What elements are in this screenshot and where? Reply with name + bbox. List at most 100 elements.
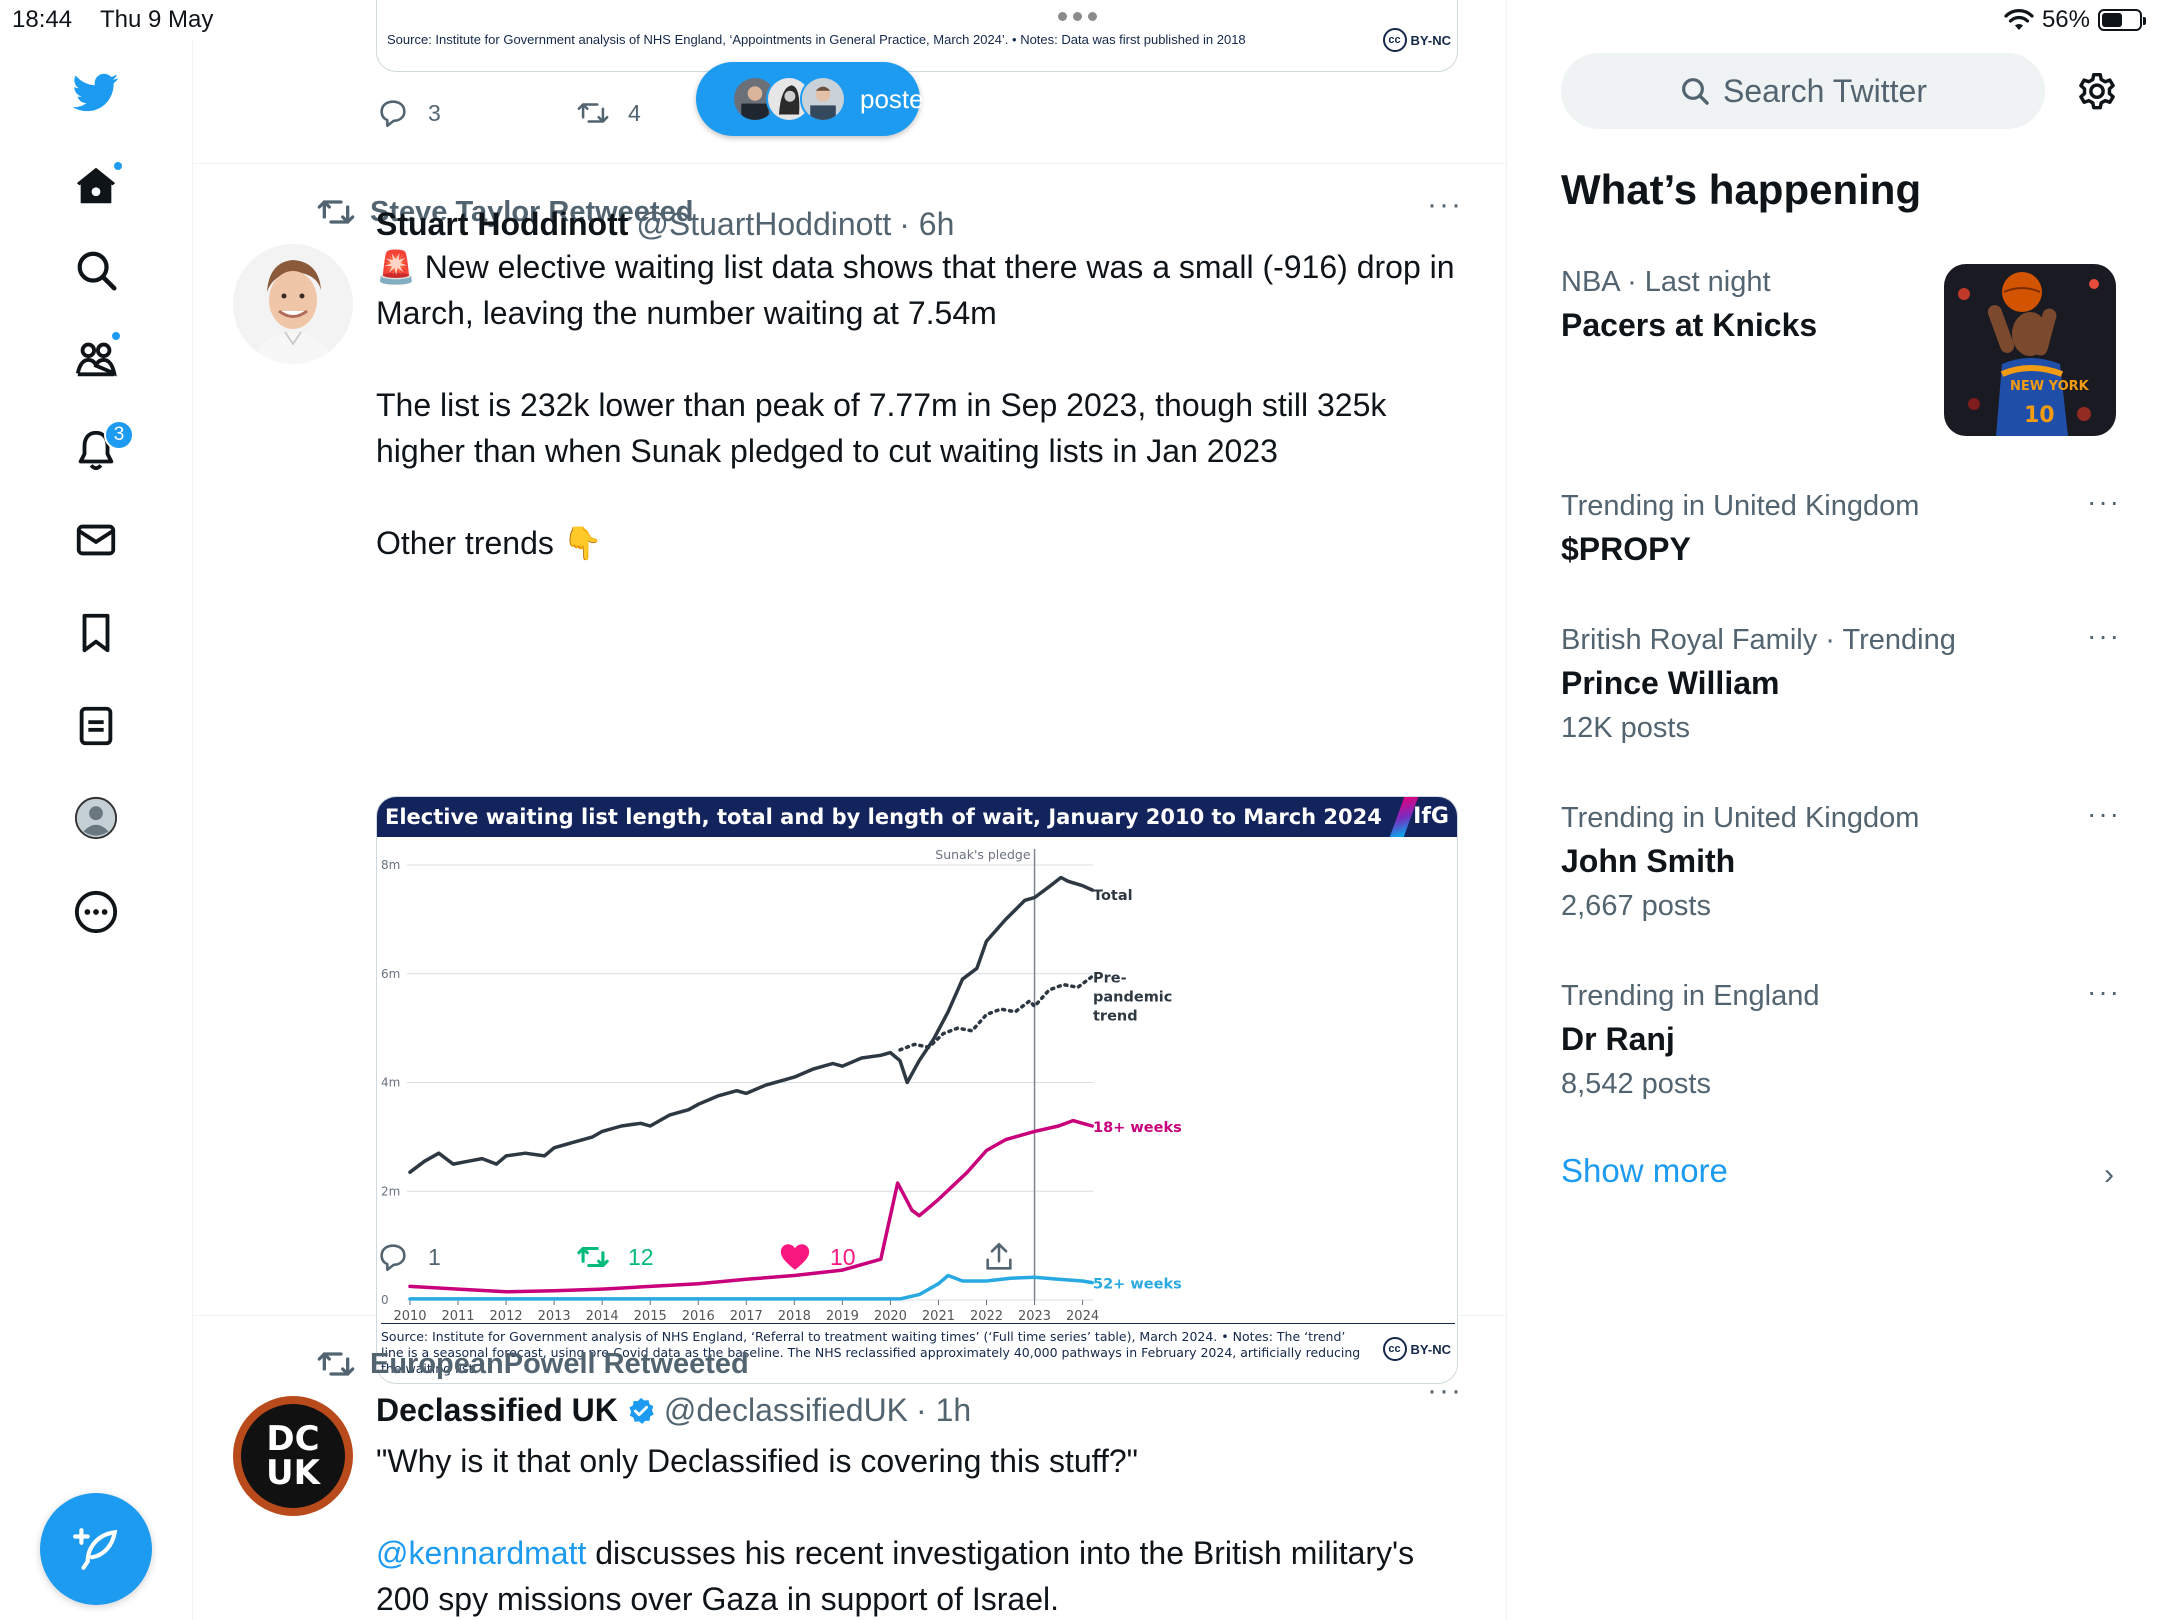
previous-tweet-media-card[interactable]: Source: Institute for Government analysi… <box>376 0 1458 72</box>
notifications-icon[interactable]: 3 <box>66 420 134 480</box>
new-posts-pill[interactable]: posted <box>696 62 938 136</box>
trend-name: John Smith <box>1561 843 1736 879</box>
messages-icon[interactable] <box>66 510 126 570</box>
trend-more-button[interactable]: ··· <box>2087 798 2121 830</box>
right-sidebar: Search Twitter What’s happening NBA · La… <box>1508 0 2160 1620</box>
waiting-list-line-chart: 02m4m6m8m2010 2011 2012 2013 2014 2015 2016 201… <box>381 847 1182 1323</box>
profile-icon[interactable] <box>66 788 126 848</box>
communities-icon[interactable] <box>66 328 126 388</box>
author-name[interactable]: Stuart Hoddinott <box>376 206 628 243</box>
reply-button[interactable]: 3 <box>376 96 441 130</box>
tweet-image-chart[interactable]: Elective waiting list length, total and … <box>376 796 1458 1384</box>
more-icon[interactable] <box>66 882 126 942</box>
avatar[interactable]: DC UK <box>233 1396 353 1516</box>
tweet-paragraph: Other trends 👇 <box>376 525 603 561</box>
trend-name: Prince William <box>1561 665 1780 701</box>
reply-count: 1 <box>428 1243 441 1270</box>
author-handle[interactable]: @declassifiedUK <box>664 1392 908 1429</box>
retweet-icon <box>577 1246 609 1268</box>
compose-icon <box>73 1528 118 1570</box>
author-name[interactable]: Declassified UK <box>376 1392 618 1429</box>
tweet-more-button[interactable]: ··· <box>1427 1374 1463 1408</box>
chevron-right-icon: › <box>2104 1158 2114 1191</box>
svg-text:10: 10 <box>2024 403 2055 428</box>
trend-more-button[interactable]: ··· <box>2087 976 2121 1008</box>
home-icon[interactable] <box>66 156 126 216</box>
trend-item[interactable]: Trending in United Kingdom John Smith 2,… <box>1561 798 2121 928</box>
trend-meta: Trending in United Kingdom <box>1561 490 1920 522</box>
trend-more-button[interactable]: ··· <box>2087 620 2121 652</box>
avatar[interactable] <box>233 244 353 364</box>
search-icon[interactable] <box>66 240 126 300</box>
chart-title: Elective waiting list length, total and … <box>385 805 1382 829</box>
chart-series-label: 18+ weeks <box>1093 1120 1182 1136</box>
avatar-logo-text: UK <box>266 1453 320 1493</box>
trend-more-button[interactable]: ··· <box>2087 486 2121 518</box>
like-count: 10 <box>830 1243 856 1270</box>
retweet-count: 4 <box>628 99 641 126</box>
show-more-link[interactable]: Show more <box>1561 1152 1728 1190</box>
retweeted-by-label: EuropeanPowell Retweeted <box>370 1347 749 1380</box>
tweet-stuart-hoddinott[interactable]: Steve Taylor Retweeted Stuart Hoddinott … <box>193 164 1506 1384</box>
trend-meta: Trending in England <box>1561 980 1820 1012</box>
trend-item[interactable]: British Royal Family · Trending Prince W… <box>1561 620 2121 750</box>
tweet-declassified-uk[interactable]: EuropeanPowell Retweeted DC UK Declassif… <box>193 1316 1506 1620</box>
tweet-time[interactable]: · 6h <box>899 206 954 243</box>
avatar-logo-text: DC <box>266 1419 320 1459</box>
tweet-text: "Why is it that only Declassified is cov… <box>376 1438 1466 1620</box>
verified-badge-icon <box>629 1397 654 1424</box>
chart-series-label: 52+ weeks <box>1093 1277 1182 1293</box>
share-button[interactable] <box>982 1240 1016 1274</box>
tweet-paragraph: 🚨 New elective waiting list data shows t… <box>376 249 1455 331</box>
chart-series-label: trend <box>1093 1008 1138 1024</box>
trend-name: $PROPY <box>1561 531 1691 567</box>
reply-button[interactable]: 1 <box>376 1240 441 1274</box>
trend-thumbnail-image[interactable]: NEW YORK 10 <box>1944 264 2116 436</box>
heart-icon <box>780 1244 810 1270</box>
notifications-badge: 3 <box>104 420 134 450</box>
trend-meta: Trending in United Kingdom <box>1561 802 1920 834</box>
chart-y-tick-label: 8m <box>381 858 400 872</box>
twitter-logo-icon[interactable] <box>66 62 126 122</box>
retweet-button[interactable]: 4 <box>576 96 641 130</box>
previous-tweet-source-note: Source: Institute for Government analysi… <box>387 32 1246 47</box>
reply-icon <box>380 1244 406 1272</box>
trend-item[interactable]: Trending in England Dr Ranj 8,542 posts … <box>1561 976 2121 1106</box>
reply-count: 3 <box>428 99 441 126</box>
search-placeholder: Search Twitter <box>1723 72 1927 109</box>
compose-button[interactable] <box>40 1493 152 1605</box>
mention-link[interactable]: @kennardmatt <box>376 1535 586 1571</box>
chart-header: Elective waiting list length, total and … <box>377 797 1457 837</box>
search-icon <box>1682 78 1709 105</box>
cc-license-badge: cc BY-NC <box>1382 28 1451 52</box>
lists-icon[interactable] <box>66 696 126 756</box>
tweet-time[interactable]: · 1h <box>916 1392 971 1429</box>
chart-y-tick-label: 2m <box>381 1184 400 1198</box>
retweet-button[interactable]: 12 <box>576 1240 654 1274</box>
retweet-count: 12 <box>628 1243 654 1270</box>
chart-annotation-label: Sunak's pledge <box>935 847 1031 862</box>
trend-post-count: 8,542 posts <box>1561 1068 1711 1100</box>
trend-name: Dr Ranj <box>1561 1021 1675 1057</box>
tweet-paragraph: @kennardmatt discusses his recent invest… <box>376 1535 1415 1617</box>
timeline: Source: Institute for Government analysi… <box>193 0 1507 1620</box>
search-input[interactable]: Search Twitter <box>1561 53 2045 129</box>
tweet-paragraph: The list is 232k lower than peak of 7.77… <box>376 387 1387 469</box>
trend-item[interactable]: Trending in United Kingdom $PROPY ··· <box>1561 486 2121 572</box>
gear-icon[interactable] <box>2074 68 2120 114</box>
like-button[interactable]: 10 <box>778 1240 856 1274</box>
share-icon <box>986 1242 1012 1270</box>
whats-happening-title: What’s happening <box>1561 166 1922 213</box>
tweet-more-button[interactable]: ··· <box>1427 188 1463 222</box>
svg-text:NEW YORK: NEW YORK <box>2010 379 2090 394</box>
author-handle[interactable]: @StuartHoddinott <box>636 206 891 243</box>
trend-post-count: 12K posts <box>1561 712 1690 744</box>
left-nav: 3 <box>0 40 193 1620</box>
chart-y-tick-label: 6m <box>381 967 400 981</box>
tweet-header: Declassified UK @declassifiedUK · 1h <box>376 1392 971 1429</box>
chart-series-label: Pre- <box>1093 970 1127 986</box>
retweet-icon <box>317 1352 355 1376</box>
bookmarks-icon[interactable] <box>66 603 126 663</box>
new-posts-label: posted <box>860 83 939 114</box>
reply-icon <box>380 100 406 128</box>
